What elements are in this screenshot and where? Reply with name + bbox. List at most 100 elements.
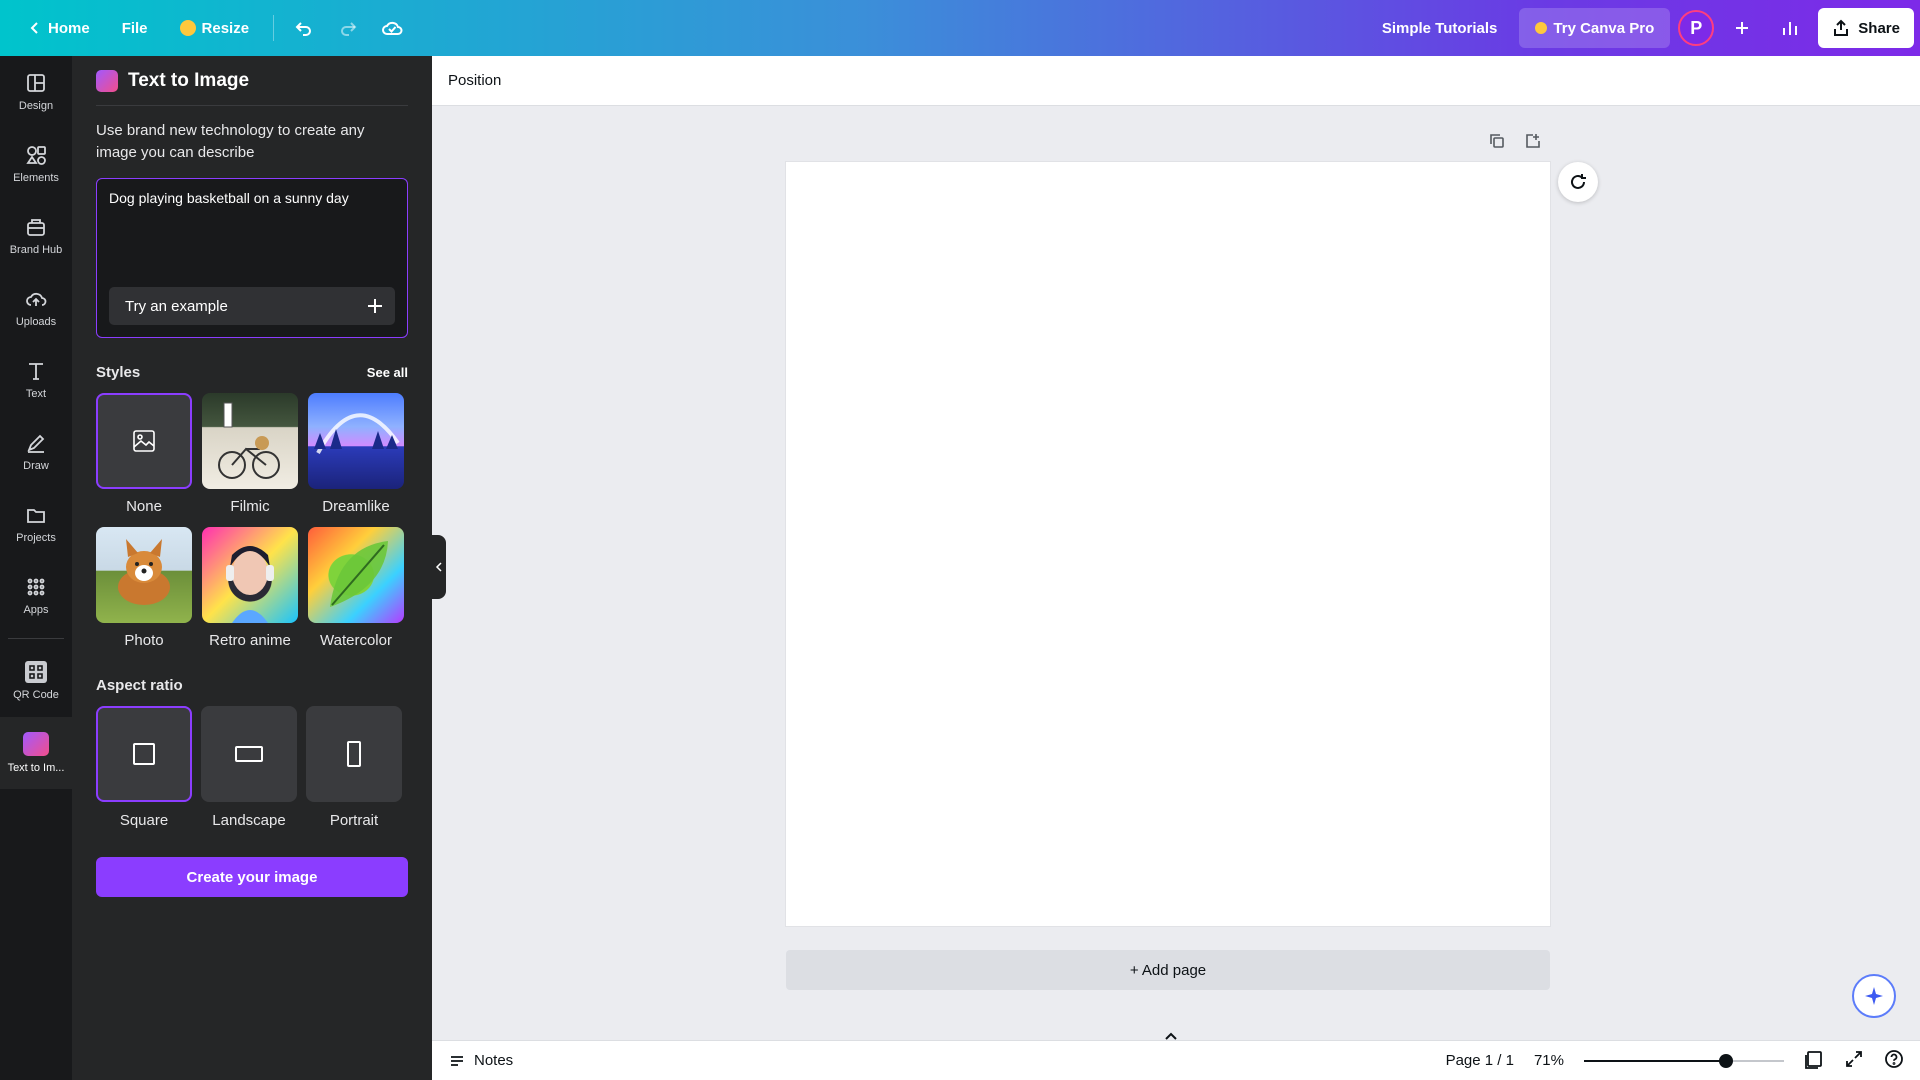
try-example-button[interactable]: Try an example: [109, 287, 395, 325]
expand-icon: [1846, 1050, 1862, 1067]
create-image-button[interactable]: Create your image: [96, 857, 408, 897]
square-shape: [133, 743, 155, 765]
bar-chart-icon: [1783, 22, 1798, 35]
page-tools: [1488, 132, 1542, 150]
avatar[interactable]: P: [1678, 10, 1715, 46]
divider: [8, 638, 64, 639]
left-nav-rail: Design Elements Brand Hub Uploads Text D…: [0, 56, 72, 1080]
add-page-icon[interactable]: [1524, 132, 1542, 150]
aspect-square[interactable]: Square: [96, 706, 192, 829]
rail-item-apps[interactable]: Apps: [0, 560, 72, 632]
page-indicator[interactable]: Page 1 / 1: [1446, 1052, 1514, 1069]
try-pro-button[interactable]: Try Canva Pro: [1519, 8, 1671, 48]
text-to-image-icon: [23, 732, 49, 756]
rail-item-brand-hub[interactable]: Brand Hub: [0, 200, 72, 272]
rail-label: Uploads: [15, 316, 57, 328]
panel-header: Text to Image: [96, 56, 408, 106]
landscape-shape: [235, 746, 263, 762]
rail-item-text-to-image[interactable]: Text to Im...: [0, 717, 72, 789]
bottom-bar-right: Page 1 / 1 71%: [1446, 1049, 1904, 1073]
prompt-text[interactable]: Dog playing basketball on a sunny day: [109, 190, 349, 206]
refresh-button[interactable]: [1558, 162, 1598, 202]
help-icon: [1885, 1049, 1903, 1068]
style-name: Photo: [124, 632, 164, 649]
add-collaborator-button[interactable]: [1722, 8, 1762, 48]
notes-button[interactable]: Notes: [448, 1052, 513, 1070]
styles-header: Styles See all: [96, 364, 408, 381]
chevron-left-icon: [435, 562, 442, 572]
style-thumb-none: [96, 393, 192, 489]
zoom-slider[interactable]: [1584, 1053, 1784, 1068]
sparkle-icon: [1865, 987, 1883, 1005]
plus-icon: [1736, 22, 1749, 34]
style-watercolor[interactable]: Watercolor: [308, 527, 404, 649]
aspect-landscape[interactable]: Landscape: [201, 706, 297, 829]
design-title[interactable]: Simple Tutorials: [1368, 20, 1512, 37]
fullscreen-button[interactable]: [1844, 1049, 1864, 1073]
projects-icon: [27, 509, 45, 523]
add-page-button[interactable]: + Add page: [786, 950, 1550, 990]
aspect-ratio-header: Aspect ratio: [96, 677, 408, 694]
apps-icon: [27, 578, 45, 596]
style-retro-anime[interactable]: Retro anime: [202, 527, 298, 649]
undo-button[interactable]: [284, 8, 324, 48]
file-menu-button[interactable]: File: [108, 8, 162, 48]
aspect-portrait[interactable]: Portrait: [306, 706, 402, 829]
home-button[interactable]: Home: [14, 8, 104, 48]
redo-icon: [341, 22, 357, 36]
portrait-shape: [347, 741, 361, 767]
magic-assistant-button[interactable]: [1852, 974, 1896, 1018]
resize-label: Resize: [201, 19, 250, 37]
portrait-icon: [306, 706, 402, 802]
style-thumb-photo: [96, 527, 192, 623]
page-grid-button[interactable]: [1804, 1049, 1824, 1073]
try-example-label: Try an example: [125, 297, 228, 315]
panel-title: Text to Image: [128, 69, 250, 91]
position-button[interactable]: Position: [448, 72, 501, 89]
share-button[interactable]: Share: [1818, 8, 1914, 48]
rail-item-projects[interactable]: Projects: [0, 488, 72, 560]
qr-pattern: [29, 665, 43, 679]
style-none[interactable]: None: [96, 393, 192, 515]
crown-icon: [179, 20, 196, 36]
resize-button[interactable]: Resize: [166, 8, 264, 48]
chevron-left-icon: [30, 22, 38, 34]
collapse-panel-button[interactable]: [432, 535, 446, 599]
design-page[interactable]: [786, 162, 1550, 926]
style-name: None: [126, 498, 162, 515]
zoom-slider-handle[interactable]: [1719, 1053, 1733, 1068]
insights-button[interactable]: [1770, 8, 1810, 48]
prompt-input[interactable]: Dog playing basketball on a sunny day Tr…: [96, 178, 408, 338]
rail-item-draw[interactable]: Draw: [0, 416, 72, 488]
style-name: Dreamlike: [322, 498, 390, 515]
rail-item-text[interactable]: Text: [0, 344, 72, 416]
rail-item-uploads[interactable]: Uploads: [0, 272, 72, 344]
rail-item-design[interactable]: Design: [0, 56, 72, 128]
rail-item-elements[interactable]: Elements: [0, 128, 72, 200]
file-label: File: [121, 19, 148, 37]
corgi-image: [118, 539, 170, 605]
cloud-check-icon: [382, 21, 403, 35]
top-bar-right: Simple Tutorials Try Canva Pro P Share: [1368, 8, 1920, 48]
help-button[interactable]: [1884, 1049, 1904, 1073]
style-thumb-watercolor: [308, 527, 404, 623]
redo-button[interactable]: [328, 8, 368, 48]
style-thumb-retro-anime: [202, 527, 298, 623]
cloud-save-status[interactable]: [372, 8, 412, 48]
panel-description: Use brand new technology to create any i…: [96, 122, 365, 161]
notes-icon: [451, 1055, 463, 1066]
zoom-level[interactable]: 71%: [1534, 1052, 1564, 1069]
style-photo[interactable]: Photo: [96, 527, 192, 649]
style-filmic[interactable]: Filmic: [202, 393, 298, 515]
text-icon: [29, 363, 43, 380]
see-all-link[interactable]: See all: [367, 365, 408, 380]
pages-icon: [1805, 1050, 1822, 1069]
style-dreamlike[interactable]: Dreamlike: [308, 393, 404, 515]
styles-label: Styles: [96, 364, 141, 381]
duplicate-page-icon[interactable]: [1488, 132, 1506, 150]
leaf-image: [330, 541, 388, 607]
text-to-image-panel: Text to Image Use brand new technology t…: [72, 56, 432, 1080]
home-label: Home: [48, 19, 90, 37]
rail-item-qr-code[interactable]: QR Code: [0, 645, 72, 717]
plus-icon: [368, 299, 382, 313]
